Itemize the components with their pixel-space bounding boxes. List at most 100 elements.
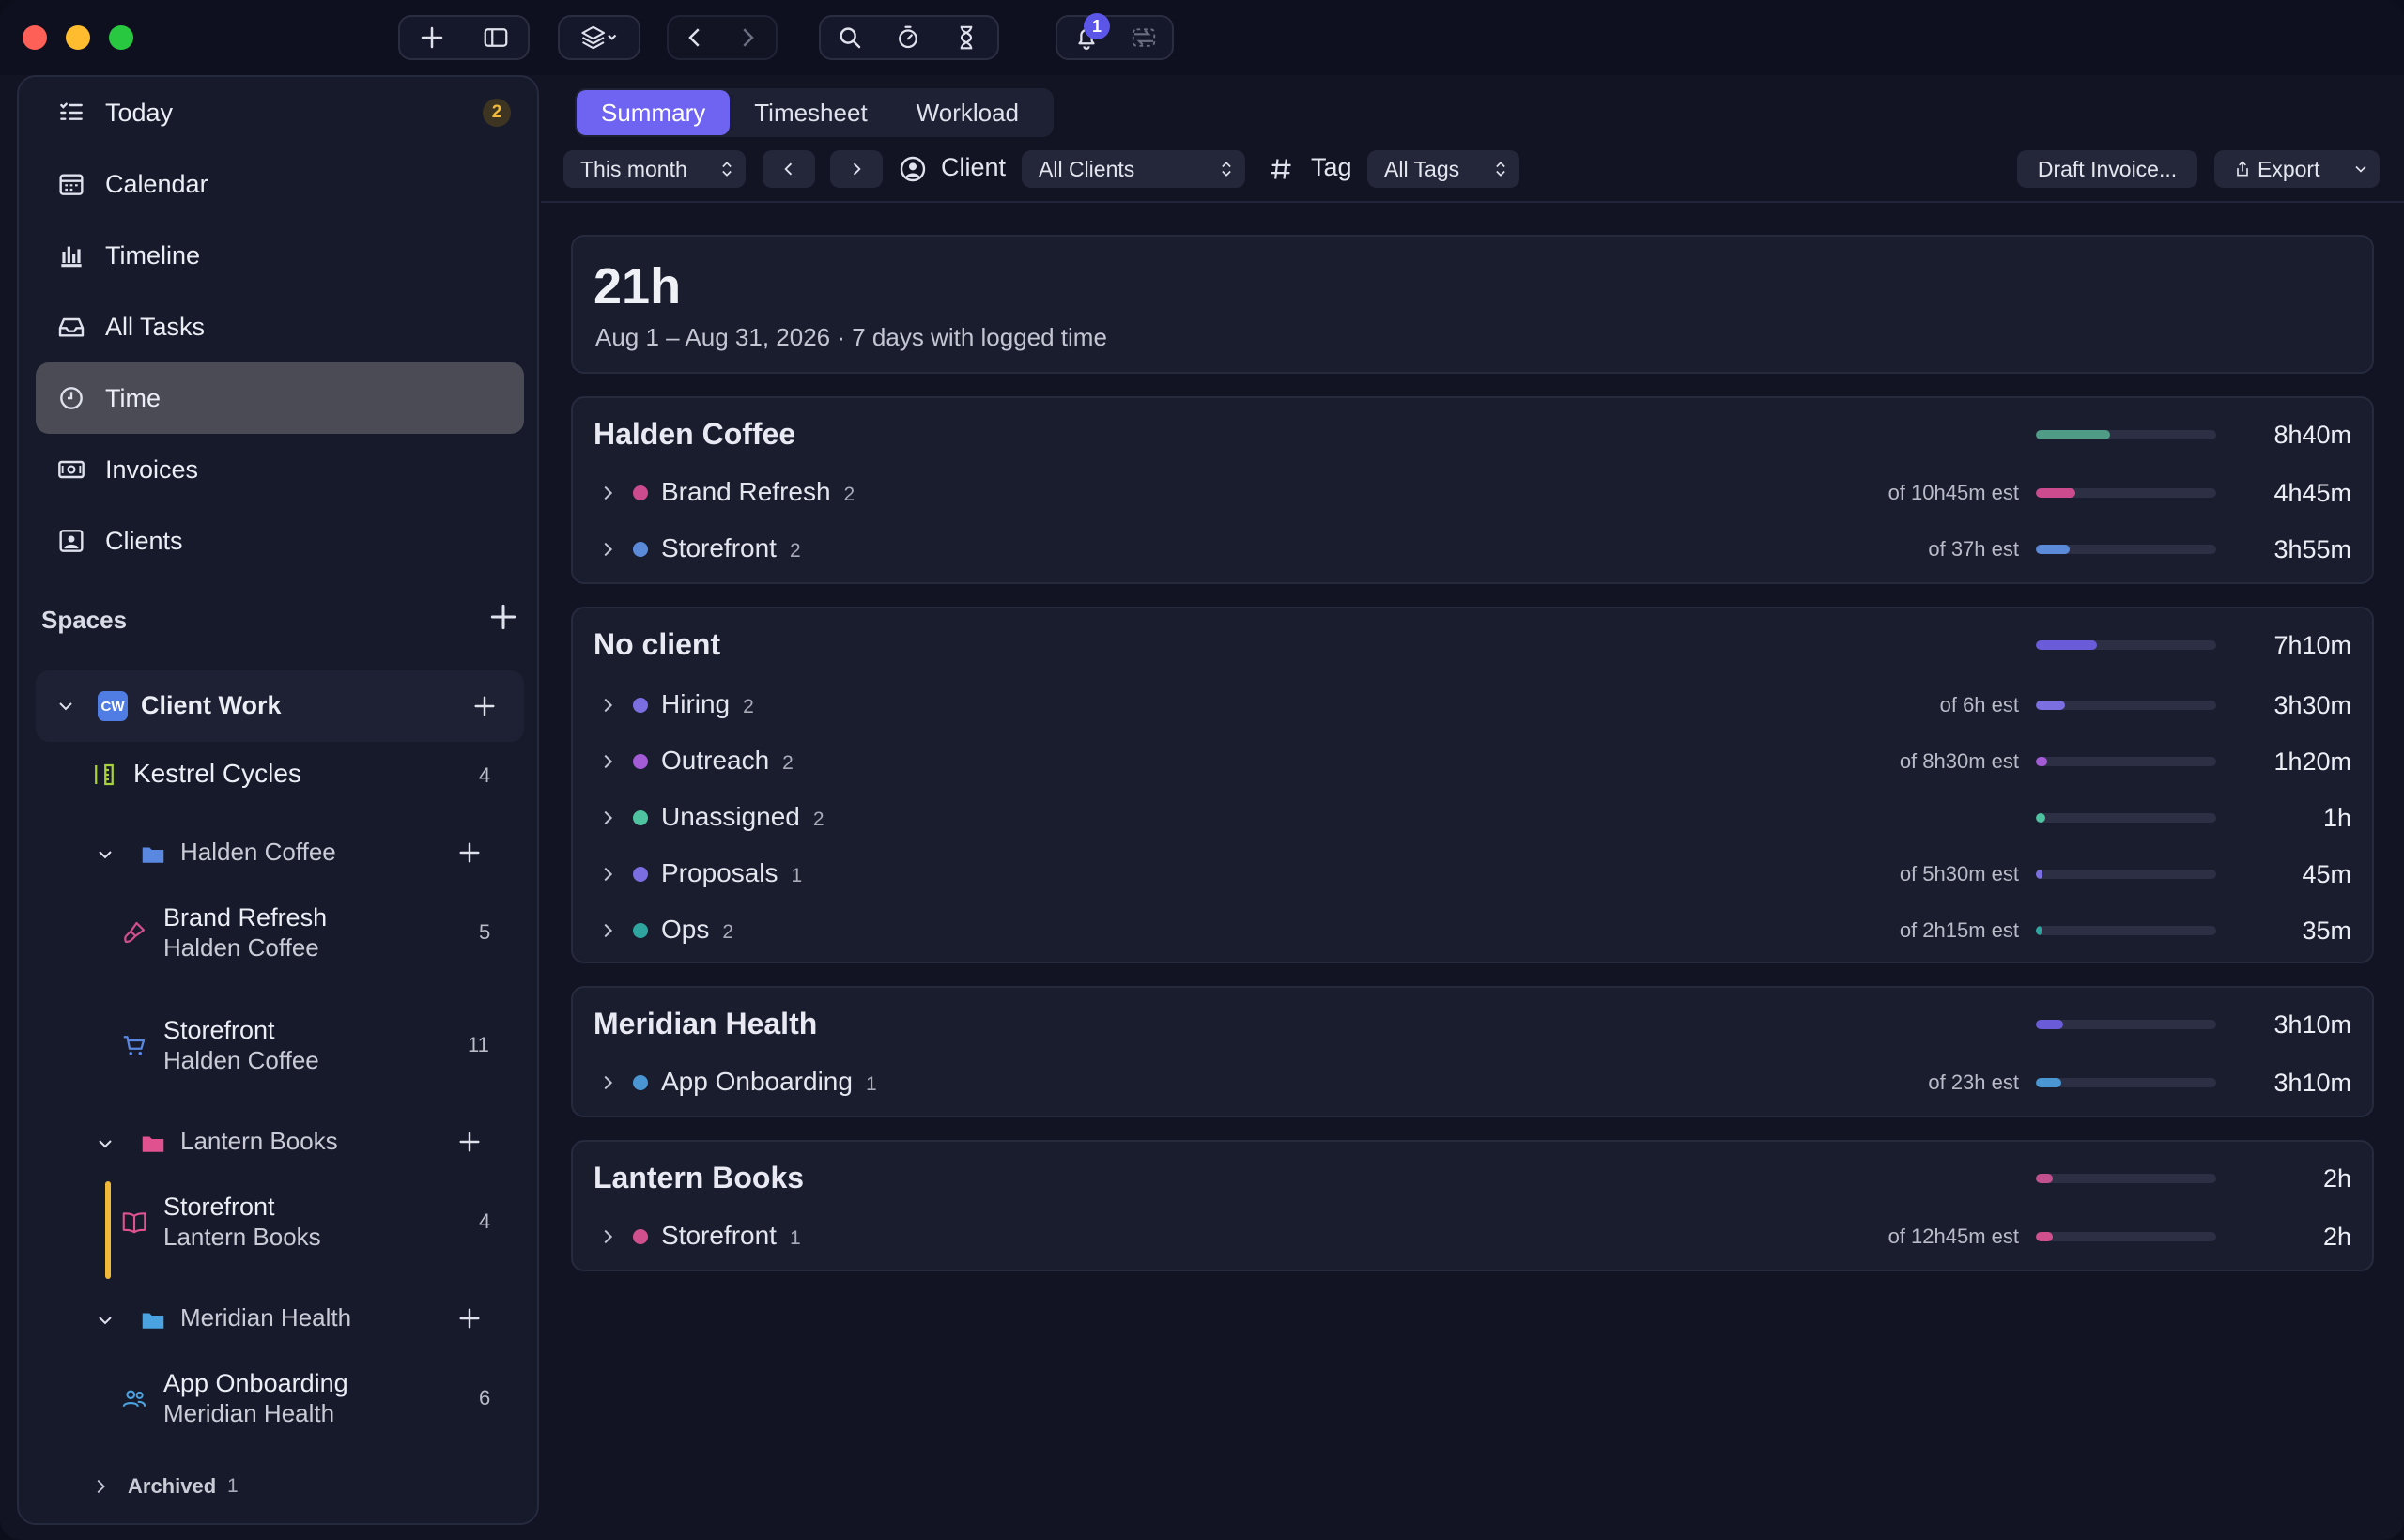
add-space-button[interactable] bbox=[485, 598, 522, 636]
chevron-down-icon[interactable] bbox=[94, 843, 116, 866]
project-time: 4h45m bbox=[2273, 479, 2351, 507]
entry-count: 2 bbox=[782, 752, 794, 774]
project-time: 1h bbox=[2322, 804, 2351, 832]
client-progress-bar bbox=[2036, 640, 2216, 650]
sidebar-item-time[interactable]: Time bbox=[36, 362, 524, 434]
chevron-right-icon[interactable] bbox=[597, 1226, 618, 1247]
chevron-right-icon[interactable] bbox=[597, 1072, 618, 1093]
close-window-button[interactable] bbox=[23, 25, 47, 50]
space-client-work[interactable]: CW Client Work bbox=[36, 670, 524, 742]
sidebar-item-clients[interactable]: Clients bbox=[36, 505, 524, 577]
sidebar-item-today[interactable]: Today 2 bbox=[36, 77, 524, 148]
search-button[interactable] bbox=[821, 17, 879, 58]
next-period-button[interactable] bbox=[830, 150, 883, 188]
tab-workload[interactable]: Workload bbox=[892, 90, 1043, 135]
ruler-icon bbox=[95, 763, 114, 786]
chevron-down-icon[interactable] bbox=[54, 695, 77, 717]
tab-summary[interactable]: Summary bbox=[577, 90, 731, 135]
layers-icon bbox=[581, 25, 617, 50]
entry-count: 2 bbox=[843, 484, 855, 505]
zoom-window-button[interactable] bbox=[109, 25, 133, 50]
progress-fill bbox=[2036, 640, 2098, 650]
chevron-right-icon[interactable] bbox=[597, 808, 618, 828]
chevron-right-icon[interactable] bbox=[597, 864, 618, 885]
updown-chevron-icon bbox=[1496, 162, 1505, 177]
toggle-sidebar-button[interactable] bbox=[464, 17, 528, 58]
sidebar-item-invoices[interactable]: Invoices bbox=[36, 434, 524, 505]
client-group-card: Meridian Health 3h10m App Onboarding 1 of… bbox=[571, 986, 2374, 1117]
layers-menu-button[interactable] bbox=[558, 15, 640, 60]
previous-period-button[interactable] bbox=[763, 150, 815, 188]
progress-fill bbox=[2036, 926, 2042, 935]
add-to-folder-button[interactable] bbox=[455, 1127, 485, 1157]
project-progress-bar bbox=[2036, 488, 2216, 498]
sync-icon bbox=[1132, 28, 1155, 47]
project-estimate: of 10h45m est bbox=[1888, 481, 2019, 504]
export-button[interactable]: Export bbox=[2214, 150, 2380, 188]
sidebar-item-label: Today bbox=[105, 98, 174, 127]
timer-button[interactable] bbox=[879, 17, 937, 58]
timeline-bars-icon bbox=[61, 246, 82, 268]
add-to-folder-button[interactable] bbox=[455, 1303, 485, 1333]
tree-item-client: Meridian Health bbox=[163, 1399, 335, 1427]
plus-icon bbox=[421, 26, 443, 49]
project-color-dot bbox=[633, 923, 648, 938]
space-badge: CW bbox=[98, 691, 128, 721]
sync-button[interactable] bbox=[1115, 17, 1172, 58]
progress-fill bbox=[2036, 1174, 2054, 1183]
archived-count: 1 bbox=[227, 1475, 239, 1497]
project-color-dot bbox=[633, 698, 648, 713]
minimize-window-button[interactable] bbox=[66, 25, 90, 50]
client-group-total: 7h10m bbox=[2273, 631, 2351, 659]
project-name: Proposals bbox=[661, 858, 778, 887]
project-color-dot bbox=[633, 542, 648, 557]
progress-fill bbox=[2036, 1232, 2054, 1241]
tree-folder-label: Meridian Health bbox=[180, 1303, 352, 1332]
chevron-right-icon[interactable] bbox=[597, 695, 618, 716]
paintbrush-icon bbox=[124, 921, 146, 944]
tag-filter-select[interactable]: All Tags bbox=[1367, 150, 1519, 188]
sidebar-item-all-tasks[interactable]: All Tasks bbox=[36, 291, 524, 362]
project-estimate: of 37h est bbox=[1928, 537, 2019, 561]
add-to-space-button[interactable] bbox=[470, 691, 500, 721]
chevron-right-icon[interactable] bbox=[597, 920, 618, 941]
folder-icon bbox=[142, 1313, 164, 1329]
back-button[interactable] bbox=[669, 17, 721, 58]
chevron-down-icon[interactable] bbox=[94, 1132, 116, 1155]
filter-bar: This month Client All Clients Tag All Ta… bbox=[541, 139, 2404, 203]
project-name-wrap: Proposals 1 bbox=[661, 858, 802, 888]
updown-chevron-icon bbox=[1222, 162, 1231, 177]
project-name: Unassigned bbox=[661, 802, 800, 831]
chevron-down-icon[interactable] bbox=[94, 1309, 116, 1332]
entry-count: 2 bbox=[812, 808, 824, 830]
tree-item-count: 6 bbox=[479, 1386, 491, 1409]
project-name-wrap: Unassigned 2 bbox=[661, 802, 824, 832]
forward-button[interactable] bbox=[721, 17, 774, 58]
add-to-folder-button[interactable] bbox=[455, 838, 485, 868]
project-name: Storefront bbox=[661, 533, 777, 562]
tab-timesheet[interactable]: Timesheet bbox=[730, 90, 891, 135]
chevron-right-icon[interactable] bbox=[597, 751, 618, 772]
chevron-down-icon[interactable] bbox=[2351, 160, 2370, 178]
project-progress-bar bbox=[2036, 545, 2216, 554]
chevron-left-icon bbox=[688, 28, 700, 47]
tree-item-label: App Onboarding bbox=[163, 1369, 348, 1397]
project-estimate: of 6h est bbox=[1939, 693, 2019, 716]
project-progress-bar bbox=[2036, 813, 2216, 823]
new-item-button[interactable] bbox=[400, 17, 464, 58]
sidebar-item-label: All Tasks bbox=[105, 312, 206, 341]
client-filter-select[interactable]: All Clients bbox=[1022, 150, 1245, 188]
tree-item-label: Brand Refresh bbox=[163, 903, 328, 932]
project-estimate: of 5h30m est bbox=[1899, 862, 2019, 886]
sidebar-item-calendar[interactable]: Calendar bbox=[36, 148, 524, 220]
progress-fill bbox=[2036, 757, 2047, 766]
project-estimate: of 12h45m est bbox=[1888, 1224, 2019, 1248]
hourglass-button[interactable] bbox=[937, 17, 995, 58]
period-select[interactable]: This month bbox=[563, 150, 746, 188]
chevron-right-icon[interactable] bbox=[597, 483, 618, 503]
sidebar-item-timeline[interactable]: Timeline bbox=[36, 220, 524, 291]
sidebar-item-label: Timeline bbox=[105, 240, 201, 270]
chevron-right-icon[interactable] bbox=[597, 539, 618, 560]
draft-invoice-button[interactable]: Draft Invoice... bbox=[2017, 150, 2197, 188]
tree-item-count: 11 bbox=[468, 1033, 489, 1056]
